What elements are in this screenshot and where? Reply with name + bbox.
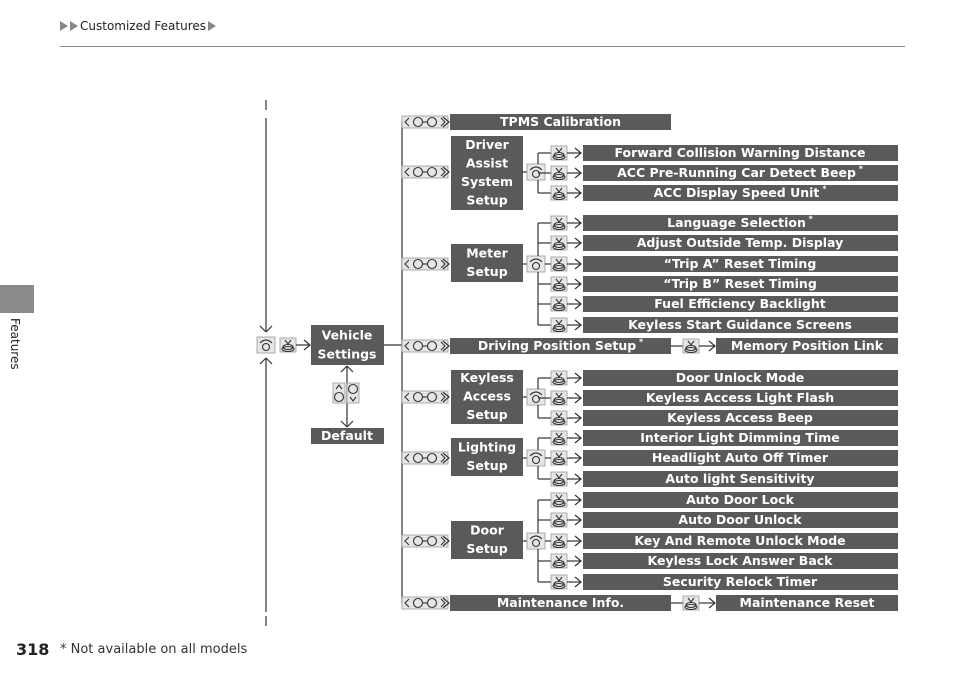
keyless-access-option-label: Door Unlock Mode [676, 370, 805, 385]
driver-assist-label: System [461, 174, 513, 189]
keyless-access-option-label: Keyless Access Beep [667, 410, 813, 425]
maintenance-label: Maintenance Info. [497, 595, 624, 610]
driver-assist-option-label: ACC Pre-Running Car Detect Beep * [617, 164, 864, 180]
selector-wheel-press-icon [550, 256, 568, 272]
selector-wheel-press-icon [550, 533, 568, 549]
selector-wheel-press-icon [550, 430, 568, 446]
meter-label: Meter [466, 245, 508, 260]
selector-wheel-press-icon [550, 370, 568, 386]
selector-wheel-press-icon [550, 165, 568, 181]
keyless-access-label: Setup [466, 407, 507, 422]
connector-line [346, 365, 354, 373]
selector-wheel-press-icon [550, 296, 568, 312]
settings-menu-diagram: Vehicle Settings Default TPMS Calibration Dr… [256, 100, 898, 626]
door-option-label: Auto Door Lock [686, 492, 795, 507]
selector-wheel-press-icon [550, 390, 568, 406]
selector-wheel-left-right-icon [401, 339, 449, 353]
meter-option-label: Language Selection * [667, 214, 814, 230]
connector-line [340, 365, 348, 373]
meter-option-label: Keyless Start Guidance Screens [628, 317, 852, 332]
connector-line [346, 420, 354, 428]
lighting-option-label: Interior Light Dimming Time [640, 430, 840, 445]
default-label: Default [321, 428, 373, 443]
connector-line [340, 420, 348, 428]
selector-wheel-press-icon [682, 595, 700, 611]
selector-wheel-press-icon [550, 317, 568, 333]
door-label: Setup [466, 541, 507, 556]
selector-wheel-press-icon [550, 410, 568, 426]
door-option-label: Security Relock Timer [663, 574, 818, 589]
selector-wheel-press-icon [550, 185, 568, 201]
meter-option-label: Fuel Efficiency Backlight [654, 296, 825, 311]
selector-wheel-left-right-icon [401, 451, 449, 465]
selector-wheel-press-icon [550, 574, 568, 590]
driving-position-label: Driving Position Setup * [478, 337, 644, 353]
keyless-access-label: Access [463, 389, 511, 404]
selector-wheel-left-right-icon [401, 257, 449, 271]
selector-wheel-press-icon [279, 337, 297, 353]
lighting-option-label: Headlight Auto Off Timer [652, 450, 829, 465]
selector-wheel-left-right-icon [401, 115, 449, 129]
lighting-option-label: Auto light Sensitivity [665, 471, 814, 486]
selector-wheel-press-icon [550, 512, 568, 528]
vehicle-settings-label: Vehicle [322, 328, 373, 343]
keyless-access-label: Keyless [460, 370, 514, 385]
driver-assist-label: Assist [466, 155, 508, 170]
phone-talk-icon [526, 163, 546, 181]
connector-line [259, 357, 267, 365]
selector-wheel-press-icon [550, 492, 568, 508]
selector-wheel-press-icon [550, 215, 568, 231]
meter-label: Setup [466, 264, 507, 279]
maintenance-linked-label: Maintenance Reset [740, 595, 875, 610]
selector-wheel-left-right-icon [401, 534, 449, 548]
phone-talk-icon [526, 532, 546, 550]
selector-wheel-left-right-icon [401, 390, 449, 404]
selector-wheel-press-icon [550, 235, 568, 251]
selector-wheel-press-icon [682, 338, 700, 354]
selector-wheel-up-down-icon [332, 382, 360, 404]
phone-talk-icon [256, 336, 276, 354]
selector-wheel-press-icon [550, 276, 568, 292]
door-label: Door [470, 522, 505, 537]
connector-line [265, 325, 273, 333]
vehicle-settings-label: Settings [317, 347, 376, 362]
selector-wheel-left-right-icon [401, 165, 449, 179]
door-option-label: Keyless Lock Answer Back [648, 553, 834, 568]
selector-wheel-left-right-icon [401, 596, 449, 610]
lighting-label: Lighting [458, 439, 516, 454]
driver-assist-label: Setup [466, 192, 507, 207]
selector-wheel-press-icon [550, 145, 568, 161]
selector-wheel-press-icon [550, 450, 568, 466]
connector-line [259, 325, 267, 333]
phone-talk-icon [526, 449, 546, 467]
meter-option-label: Adjust Outside Temp. Display [637, 235, 844, 250]
meter-option-label: “Trip A” Reset Timing [664, 256, 817, 271]
selector-wheel-press-icon [550, 553, 568, 569]
selector-wheel-press-icon [550, 471, 568, 487]
meter-option-label: “Trip B” Reset Timing [663, 276, 817, 291]
keyless-access-option-label: Keyless Access Light Flash [646, 390, 834, 405]
connector-line [265, 357, 273, 365]
driver-assist-label: Driver [465, 137, 509, 152]
tpms-label: TPMS Calibration [500, 114, 621, 129]
door-option-label: Auto Door Unlock [678, 512, 802, 527]
phone-talk-icon [526, 255, 546, 273]
driver-assist-option-label: ACC Display Speed Unit * [654, 184, 828, 200]
driver-assist-option-label: Forward Collision Warning Distance [614, 145, 865, 160]
driving-position-linked-label: Memory Position Link [731, 338, 884, 353]
phone-talk-icon [526, 388, 546, 406]
door-option-label: Key And Remote Unlock Mode [634, 533, 845, 548]
lighting-label: Setup [466, 458, 507, 473]
